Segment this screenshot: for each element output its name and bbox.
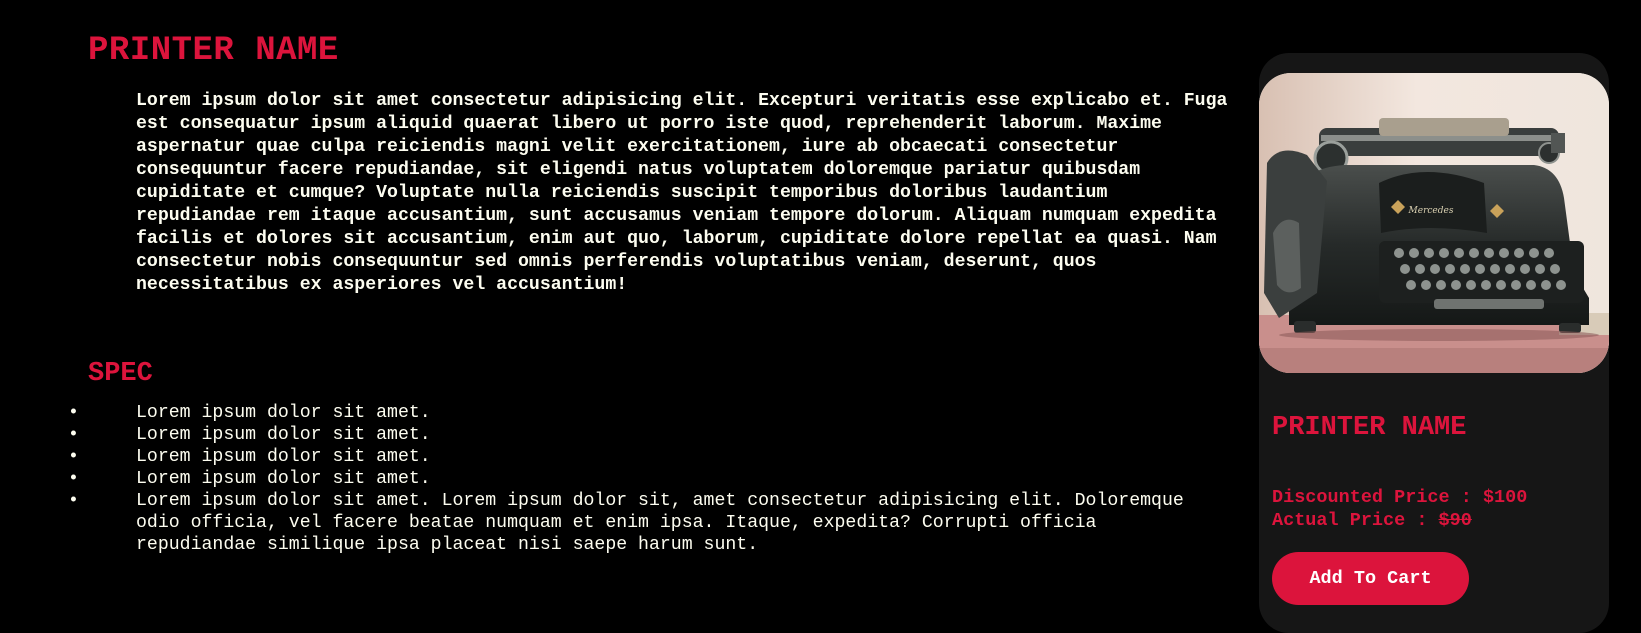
product-card: Mercedes PRINTER NAME Discounted Price :… <box>1259 53 1609 633</box>
brand-logo-text: Mercedes <box>1408 206 1454 216</box>
bullet-icon: • <box>68 469 79 489</box>
spec-item-text: Lorem ipsum dolor sit amet. <box>136 403 431 423</box>
price-block: Discounted Price : $100 Actual Price : $… <box>1272 486 1527 532</box>
actual-price: Actual Price : $90 <box>1272 509 1527 532</box>
spec-list-item: • Lorem ipsum dolor sit amet. <box>68 468 1188 490</box>
spec-list-item: • Lorem ipsum dolor sit amet. Lorem ipsu… <box>68 490 1188 556</box>
bullet-icon: • <box>68 403 79 423</box>
spec-item-text: Lorem ipsum dolor sit amet. Lorem ipsum … <box>136 491 1184 555</box>
product-description: Lorem ipsum dolor sit amet consectetur a… <box>136 91 1228 295</box>
spec-list-item: • Lorem ipsum dolor sit amet. <box>68 402 1188 424</box>
spec-list-item: • Lorem ipsum dolor sit amet. <box>68 424 1188 446</box>
discounted-price-value: $100 <box>1482 487 1528 508</box>
spec-list: • Lorem ipsum dolor sit amet. • Lorem ip… <box>68 402 1188 556</box>
card-title: PRINTER NAME <box>1272 413 1467 443</box>
page-title: PRINTER NAME <box>88 32 339 70</box>
bullet-icon: • <box>68 447 79 467</box>
spec-item-text: Lorem ipsum dolor sit amet. <box>136 447 431 467</box>
spec-list-item: • Lorem ipsum dolor sit amet. <box>68 446 1188 468</box>
product-image: Mercedes <box>1259 73 1609 373</box>
bullet-icon: • <box>68 425 79 445</box>
bullet-icon: • <box>68 491 79 511</box>
actual-price-label: Actual Price : <box>1272 510 1439 531</box>
spec-item-text: Lorem ipsum dolor sit amet. <box>136 469 431 489</box>
discounted-price: Discounted Price : $100 <box>1272 486 1527 509</box>
spec-title: SPEC <box>88 359 153 389</box>
spec-item-text: Lorem ipsum dolor sit amet. <box>136 425 431 445</box>
add-to-cart-button[interactable]: Add To Cart <box>1272 552 1469 605</box>
typewriter-illustration: Mercedes <box>1259 73 1609 373</box>
actual-price-value: $90 <box>1438 510 1472 531</box>
discounted-price-label: Discounted Price : <box>1272 487 1483 508</box>
